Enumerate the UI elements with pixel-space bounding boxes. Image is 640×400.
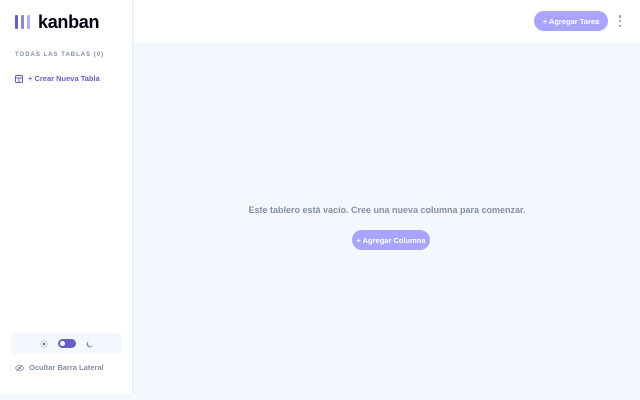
all-boards-heading: TODAS LAS TABLAS (0) xyxy=(15,52,105,58)
header: + Agregar Tarea xyxy=(134,0,640,43)
more-options-icon[interactable] xyxy=(618,15,622,27)
create-board-button[interactable]: + Crear Nueva Tabla xyxy=(15,74,100,83)
theme-toggle[interactable] xyxy=(57,339,76,348)
sidebar: kanban TODAS LAS TABLAS (0) + Crear Nuev… xyxy=(0,0,133,394)
theme-toggle-panel xyxy=(11,333,122,354)
logo-icon xyxy=(15,15,30,29)
logo-text: kanban xyxy=(38,12,100,32)
toggle-knob xyxy=(59,341,65,346)
create-board-label: + Crear Nueva Tabla xyxy=(28,74,100,83)
board-icon xyxy=(15,74,23,83)
moon-icon xyxy=(86,340,93,347)
add-task-button[interactable]: + Agregar Tarea xyxy=(534,11,608,31)
logo: kanban xyxy=(15,12,100,32)
sun-icon xyxy=(39,339,48,348)
hide-sidebar-label: Ocultar Barra Lateral xyxy=(29,363,104,372)
empty-board-message: Este tablero está vacío. Cree una nueva … xyxy=(248,205,526,215)
eye-slash-icon xyxy=(15,364,24,371)
hide-sidebar-button[interactable]: Ocultar Barra Lateral xyxy=(15,363,104,372)
add-column-button[interactable]: + Agregar Columna xyxy=(352,230,430,250)
